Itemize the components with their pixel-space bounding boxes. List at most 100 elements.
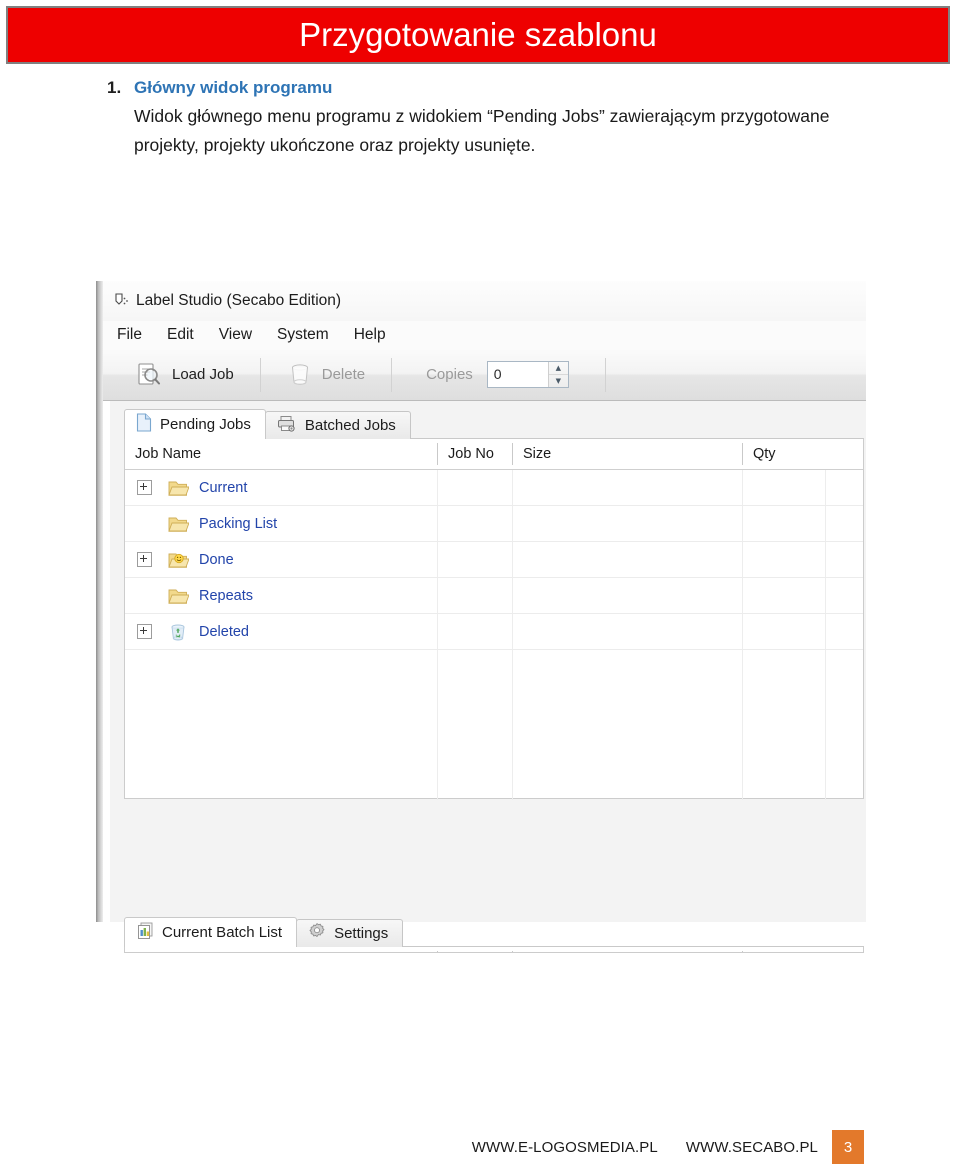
page-title-banner: Przygotowanie szablonu (6, 6, 950, 64)
app-window-icon (113, 292, 131, 310)
load-job-label: Load Job (172, 366, 234, 383)
tab-current-batch-list-label: Current Batch List (162, 924, 283, 941)
row-label: Packing List (199, 515, 278, 532)
row-job-name-cell: Packing List (125, 506, 437, 541)
toolbar-separator-3 (604, 357, 606, 392)
delete-label: Delete (321, 366, 366, 383)
expand-toggle-icon[interactable] (137, 552, 152, 567)
folder-icon (167, 514, 190, 534)
app-window: Label Studio (Secabo Edition) File Edit … (103, 281, 866, 953)
folder-icon-svg (168, 481, 190, 496)
row-job-name-cell: Deleted (125, 614, 437, 649)
bottom-tabstrip: Current Batch List Settings (124, 915, 864, 947)
folder-icon-svg (168, 517, 190, 532)
page-number-badge: 3 (832, 1130, 864, 1164)
copies-stepper[interactable]: 0 ▲ ▼ (486, 361, 569, 388)
expand-toggle-placeholder (137, 588, 152, 603)
embedded-app-screenshot: Label Studio (Secabo Edition) File Edit … (96, 281, 866, 953)
toolbar-separator-2 (391, 357, 393, 392)
folder-icon (167, 586, 190, 606)
column-header-job-no[interactable]: Job No (437, 443, 512, 465)
tab-settings-label: Settings (334, 925, 389, 942)
stepper-down-icon[interactable]: ▼ (549, 375, 568, 387)
load-job-icon (135, 361, 163, 389)
batch-list-icon-svg (138, 922, 153, 939)
menu-item-file[interactable]: File (117, 326, 142, 344)
page-icon (136, 412, 152, 437)
column-header-job-no[interactable]: Job No (437, 951, 512, 952)
tab-batched-jobs[interactable]: Batched Jobs (264, 411, 411, 439)
column-header-qty[interactable]: Qty (742, 443, 825, 465)
copies-control: Copies 0 ▲ ▼ (404, 353, 583, 397)
current-batch-list-grid: Job Name Job No Size Qty (124, 946, 864, 953)
recycle-bin-icon (167, 622, 189, 642)
menu-item-system[interactable]: System (277, 326, 329, 344)
toolbar-separator-1 (259, 357, 261, 392)
stepper-up-icon[interactable]: ▲ (548, 362, 568, 375)
folder-icon-svg (168, 589, 190, 604)
row-job-name-cell: Repeats (125, 578, 437, 613)
bottom-pane: Current Batch List Settings (124, 915, 864, 953)
table-row[interactable]: Repeats (125, 578, 863, 614)
batch-grid-header: Job Name Job No Size Qty (125, 947, 863, 952)
printer-icon-svg (277, 415, 295, 432)
delete-button[interactable]: Delete (273, 353, 379, 397)
row-label: Done (199, 551, 234, 568)
copies-value[interactable]: 0 (488, 362, 548, 387)
tab-settings[interactable]: Settings (296, 919, 404, 947)
load-job-icon-svg (138, 362, 160, 385)
top-tabstrip: Pending Jobs Batched Jobs (124, 407, 864, 439)
folder-icon (167, 478, 190, 498)
column-header-qty[interactable]: Qty (742, 951, 825, 952)
folder-smiley-icon (167, 550, 190, 570)
section-paragraph: Widok głównego menu programu z widokiem … (134, 106, 830, 155)
load-job-button[interactable]: Load Job (121, 353, 248, 397)
footer-link-elogosmedia[interactable]: WWW.E-LOGOSMEDIA.PL (472, 1139, 658, 1156)
column-header-size[interactable]: Size (512, 951, 742, 952)
page-footer: WWW.E-LOGOSMEDIA.PL WWW.SECABO.PL 3 (0, 1122, 960, 1164)
trash-icon-svg (291, 363, 308, 385)
menu-item-edit[interactable]: Edit (167, 326, 194, 344)
table-row[interactable]: Done (125, 542, 863, 578)
screenshot-left-edge-shadow (96, 281, 103, 922)
table-row[interactable]: Current (125, 470, 863, 506)
tab-current-batch-list[interactable]: Current Batch List (124, 917, 298, 947)
menu-item-help[interactable]: Help (354, 326, 386, 344)
recycle-bin-icon-svg (171, 624, 185, 641)
expand-toggle-icon[interactable] (137, 624, 152, 639)
copies-stepper-buttons[interactable]: ▲ ▼ (547, 362, 568, 387)
page-icon-svg (136, 412, 152, 432)
app-titlebar: Label Studio (Secabo Edition) (103, 281, 866, 321)
tab-pending-jobs[interactable]: Pending Jobs (124, 409, 266, 439)
app-title-text: Label Studio (Secabo Edition) (136, 292, 342, 309)
column-header-job-name[interactable]: Job Name (125, 951, 437, 952)
row-label: Repeats (199, 587, 254, 604)
table-row[interactable]: Packing List (125, 506, 863, 542)
printer-icon (277, 415, 297, 437)
list-number: 1. (107, 78, 122, 97)
app-toolbar: Load Job Delete Copies 0 ▲ ▼ (103, 349, 866, 401)
expand-toggle-icon[interactable] (137, 480, 152, 495)
footer-link-secabo[interactable]: WWW.SECABO.PL (686, 1139, 818, 1156)
tab-batched-jobs-label: Batched Jobs (304, 417, 396, 434)
row-job-name-cell: Done (125, 542, 437, 577)
document-body: 1. Główny widok programu Widok głównego … (0, 78, 960, 160)
pending-jobs-grid: Job Name Job No Size Qty Current Packing… (124, 438, 864, 800)
section-heading: 1. Główny widok programu (0, 78, 960, 98)
folder-smiley-icon-svg (168, 553, 190, 568)
batch-list-icon (136, 921, 154, 944)
gear-icon-svg (309, 923, 325, 937)
column-header-job-name[interactable]: Job Name (125, 443, 437, 465)
menu-item-view[interactable]: View (219, 326, 252, 344)
app-window-icon-svg (115, 293, 128, 305)
footer-content: WWW.E-LOGOSMEDIA.PL WWW.SECABO.PL 3 (472, 1130, 864, 1164)
expand-toggle-placeholder (137, 516, 152, 531)
row-label: Current (199, 479, 248, 496)
row-job-name-cell: Current (125, 470, 437, 505)
table-row[interactable]: Deleted (125, 614, 863, 650)
app-menubar: File Edit View System Help (103, 321, 866, 349)
gear-icon (308, 922, 326, 945)
copies-label: Copies (426, 366, 473, 383)
app-main-pane: Pending Jobs Batched Jobs Job Name Job N… (110, 401, 866, 953)
column-header-size[interactable]: Size (512, 443, 742, 465)
